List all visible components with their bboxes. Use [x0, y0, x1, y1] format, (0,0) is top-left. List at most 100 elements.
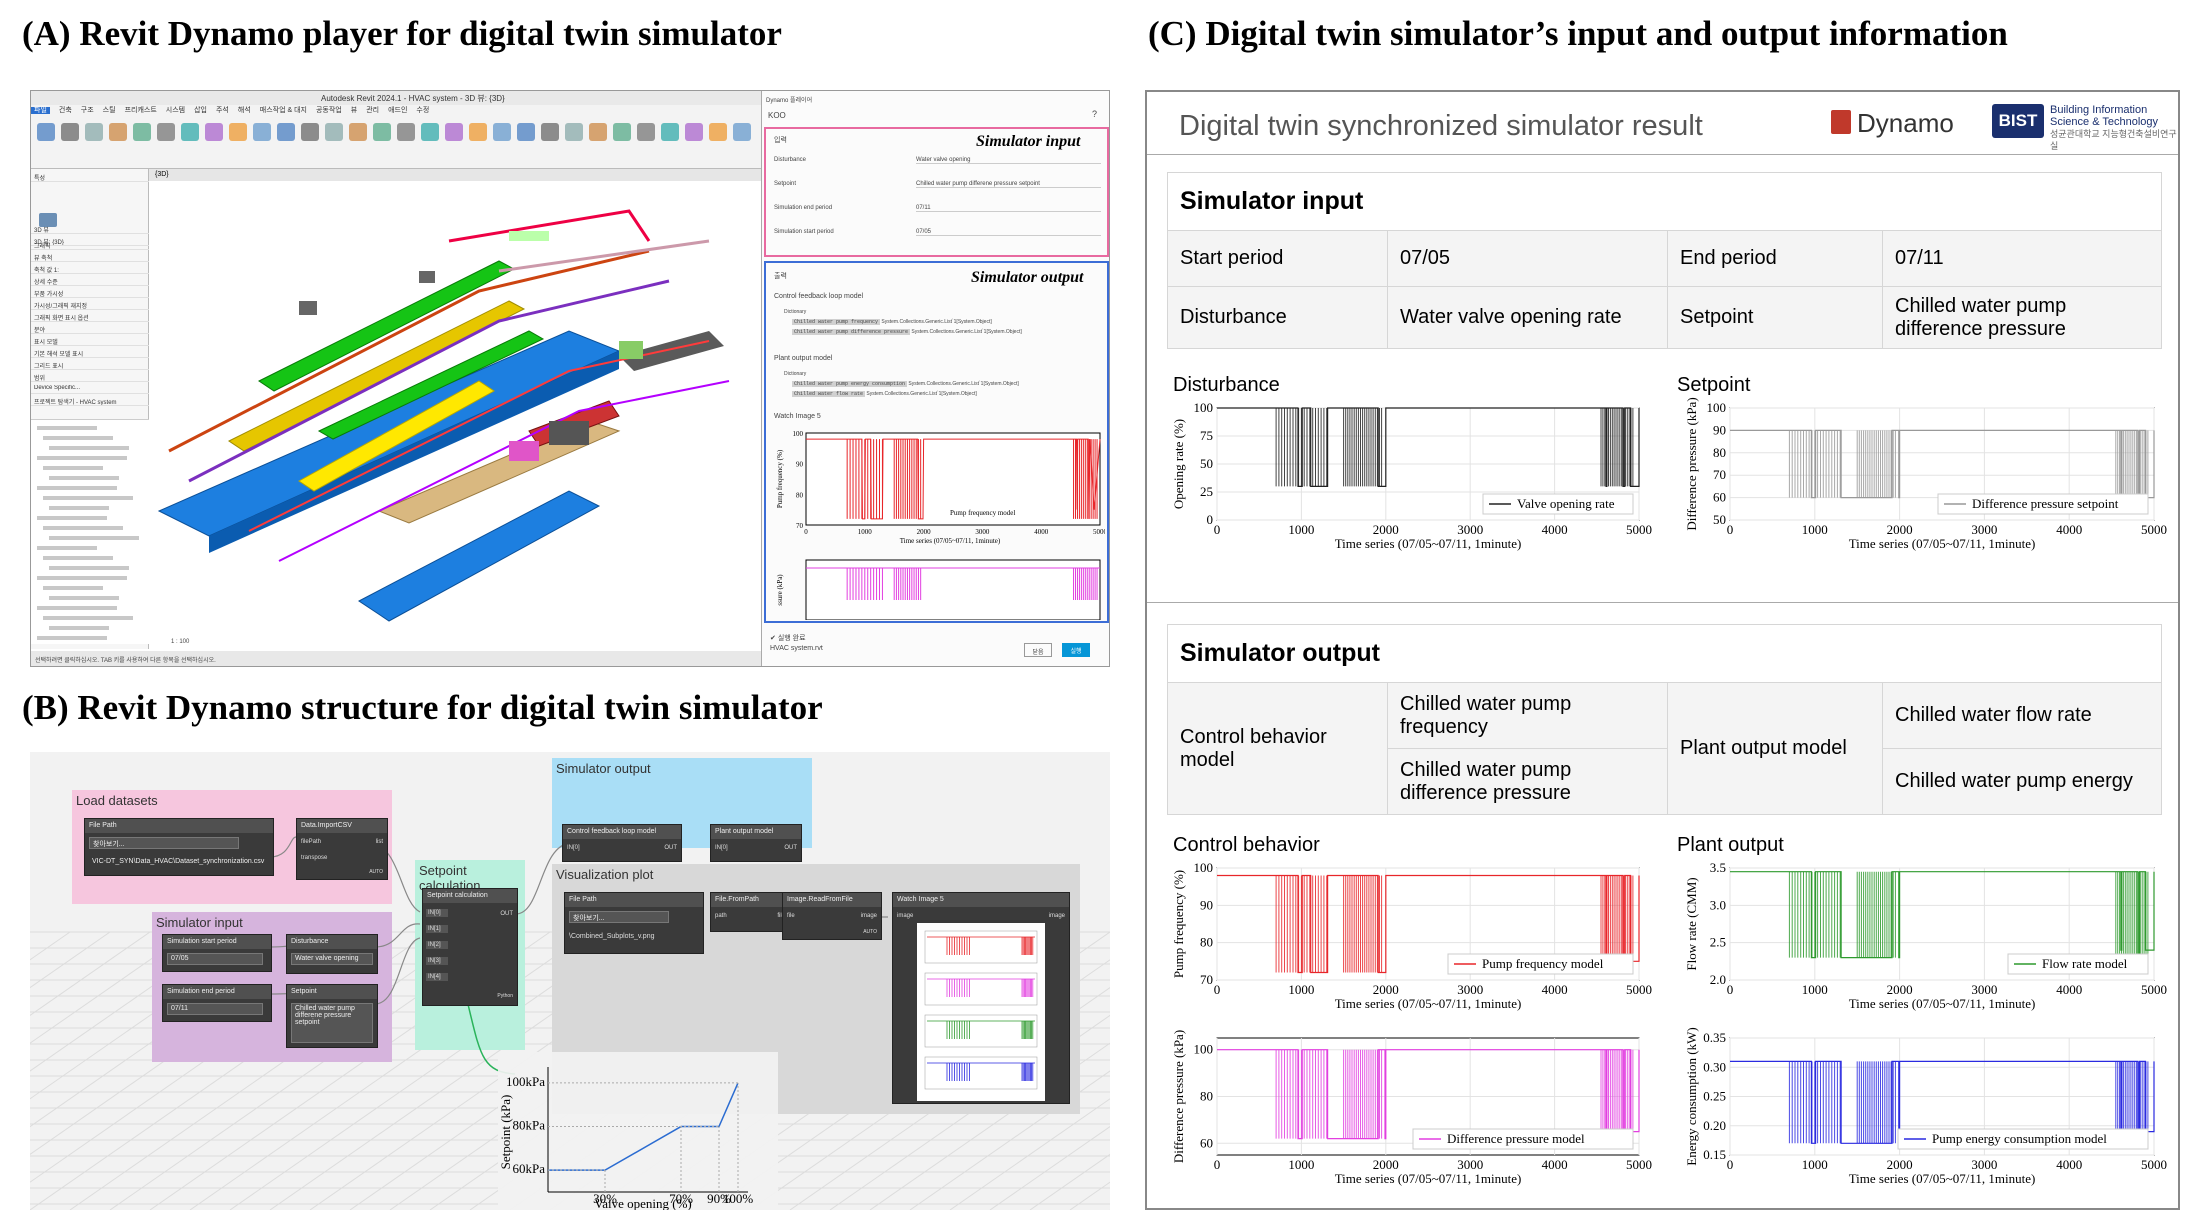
tree-node[interactable] — [37, 516, 107, 520]
ribbon-tool-icon[interactable] — [373, 123, 391, 141]
tree-node[interactable] — [43, 556, 113, 560]
run-button[interactable]: 실행 — [1062, 643, 1090, 657]
tree-node[interactable] — [37, 606, 117, 610]
property-row[interactable]: 그리드 표시 — [31, 361, 149, 370]
node-setpoint[interactable]: Setpoint Chilled water pump differene pr… — [286, 984, 378, 1048]
ribbon-tab[interactable]: 수정 — [416, 107, 429, 114]
input-port[interactable]: IN[2] — [426, 941, 448, 949]
node-plant-model[interactable]: Plant output model IN[0] OUT — [710, 824, 802, 862]
property-row[interactable]: 3D 뷰 — [31, 225, 149, 234]
property-row[interactable]: 범위 — [31, 373, 149, 382]
ribbon-tab[interactable]: 스틸 — [103, 107, 116, 114]
ribbon-tool-icon[interactable] — [661, 123, 679, 141]
ribbon-tool-icon[interactable] — [301, 123, 319, 141]
tree-node[interactable] — [37, 636, 107, 640]
ribbon-tool-icon[interactable] — [181, 123, 199, 141]
node-control-model[interactable]: Control feedback loop model IN[0] OUT — [562, 824, 682, 862]
start-period-input[interactable]: 07/05 — [167, 953, 263, 965]
ribbon-tab[interactable]: 주석 — [216, 107, 229, 114]
ribbon-tool-icon[interactable] — [421, 123, 439, 141]
disturbance-select[interactable]: Water valve opening — [291, 953, 373, 965]
tree-node[interactable] — [43, 496, 133, 500]
property-row[interactable]: Device Specific... — [31, 385, 149, 394]
input-port[interactable]: IN[3] — [426, 957, 448, 965]
setpoint-select[interactable]: Chilled water pump differene pressure se… — [291, 1003, 373, 1043]
end-period-input[interactable]: 07/11 — [167, 1003, 263, 1015]
ribbon-tab[interactable]: 구조 — [81, 107, 94, 114]
ribbon-tool-icon[interactable] — [277, 123, 295, 141]
property-row[interactable]: 뷰 축척 — [31, 253, 149, 262]
player-input-value[interactable]: 07/05 — [916, 229, 1101, 236]
ribbon-tool-icon[interactable] — [493, 123, 511, 141]
ribbon-tool-icon[interactable] — [541, 123, 559, 141]
property-row[interactable]: 그래픽 화면 표시 옵션 — [31, 313, 149, 322]
ribbon-tab[interactable]: 프리캐스트 — [125, 107, 157, 114]
tree-node[interactable] — [43, 436, 113, 440]
tree-node[interactable] — [37, 426, 97, 430]
player-input-value[interactable]: Chilled water pump differene pressure se… — [916, 181, 1101, 188]
help-icon[interactable]: ? — [1092, 109, 1097, 119]
tree-node[interactable] — [43, 526, 123, 530]
tree-node[interactable] — [49, 446, 129, 450]
ribbon-tab[interactable]: 뷰 — [351, 107, 357, 114]
property-row[interactable]: 특성 — [31, 173, 149, 182]
tree-node[interactable] — [49, 536, 139, 540]
3d-view-canvas[interactable]: {3D} — [149, 169, 761, 649]
browse-button[interactable]: 찾아보기... — [89, 837, 239, 849]
view-tab[interactable]: {3D} — [149, 169, 761, 181]
node-start-period[interactable]: Simulation start period 07/05 — [162, 934, 272, 972]
node-watch-image[interactable]: Watch Image 5 image image — [892, 892, 1070, 1104]
tree-node[interactable] — [43, 466, 103, 470]
node-file-from-path[interactable]: File.FromPath path file — [710, 892, 790, 932]
ribbon-tool-icon[interactable] — [613, 123, 631, 141]
property-row[interactable]: 그래픽 — [31, 241, 149, 250]
node-end-period[interactable]: Simulation end period 07/11 — [162, 984, 272, 1022]
view-scale[interactable]: 1 : 100 — [171, 639, 189, 645]
tree-node[interactable] — [37, 486, 117, 490]
ribbon-tool-icon[interactable] — [517, 123, 535, 141]
tree-node[interactable] — [37, 546, 97, 550]
ribbon-tab[interactable]: 건축 — [59, 107, 72, 114]
ribbon-tool-icon[interactable] — [37, 123, 55, 141]
ribbon-tool-icon[interactable] — [589, 123, 607, 141]
ribbon-tool-icon[interactable] — [469, 123, 487, 141]
ribbon-tab[interactable]: 애드인 — [388, 107, 407, 114]
close-button[interactable]: 닫음 — [1024, 643, 1052, 657]
input-port[interactable]: IN[1] — [426, 925, 448, 933]
dynamo-workspace[interactable]: Load datasets Simulator input Setpoint c… — [30, 752, 1110, 1210]
ribbon-tool-icon[interactable] — [205, 123, 223, 141]
node-file-path[interactable]: File Path 찾아보기... VIC-DT_SYN\Data_HVAC\D… — [84, 818, 274, 876]
input-port[interactable]: IN[0] — [426, 909, 448, 917]
property-row[interactable]: 축척 값 1: — [31, 265, 149, 274]
property-row[interactable]: 가시성/그래픽 재지정 — [31, 301, 149, 310]
ribbon-tool-icon[interactable] — [61, 123, 79, 141]
property-row[interactable]: 분야 — [31, 325, 149, 334]
ribbon-tab[interactable]: 삽입 — [194, 107, 207, 114]
node-import-csv[interactable]: Data.ImportCSV filePath transpose list A… — [296, 818, 388, 880]
ribbon-tab[interactable]: 해석 — [238, 107, 251, 114]
ribbon-tool-icon[interactable] — [709, 123, 727, 141]
ribbon-tool-icon[interactable] — [253, 123, 271, 141]
ribbon-tool-icon[interactable] — [133, 123, 151, 141]
ribbon-tool-icon[interactable] — [733, 123, 751, 141]
tree-node[interactable] — [43, 586, 103, 590]
vis-browse-button[interactable]: 찾아보기... — [569, 911, 669, 923]
ribbon-tool-icon[interactable] — [85, 123, 103, 141]
node-setpoint-calculation[interactable]: Setpoint calculation IN[0] IN[1] IN[2] IN[3… — [422, 888, 518, 1006]
tree-node[interactable] — [37, 456, 127, 460]
ribbon-tool-icon[interactable] — [349, 123, 367, 141]
ribbon-tab[interactable]: 매스작업 & 대지 — [260, 107, 307, 114]
ribbon-tab[interactable]: 시스템 — [166, 107, 185, 114]
tree-node[interactable] — [37, 576, 127, 580]
ribbon-tool-icon[interactable] — [325, 123, 343, 141]
ribbon-tab[interactable]: 파일 — [31, 107, 50, 114]
tree-node[interactable] — [49, 596, 119, 600]
player-input-value[interactable]: Water valve opening — [916, 157, 1101, 164]
property-row[interactable]: 부품 가시성 — [31, 289, 149, 298]
tree-node[interactable] — [43, 616, 133, 620]
ribbon-tool-icon[interactable] — [685, 123, 703, 141]
ribbon-tool-icon[interactable] — [445, 123, 463, 141]
input-port[interactable]: IN[4] — [426, 973, 448, 981]
property-row[interactable]: 프로젝트 탐색기 - HVAC system — [31, 397, 149, 406]
player-input-value[interactable]: 07/11 — [916, 205, 1101, 212]
